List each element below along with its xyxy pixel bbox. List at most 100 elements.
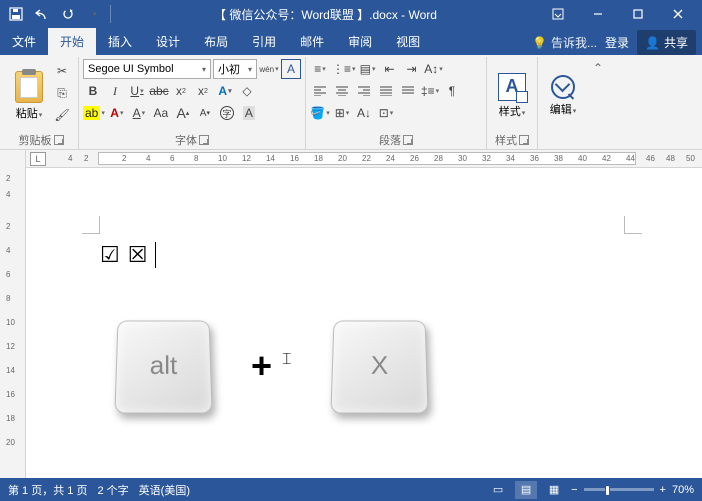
workspace: 2 4 2 4 6 8 10 12 14 16 18 20 L 4 2 2 4 … (0, 150, 702, 478)
shrink-font-icon[interactable]: A▾ (195, 103, 215, 123)
font-size-combo[interactable]: 小初▾ (213, 59, 257, 79)
print-layout-icon[interactable]: ▤ (515, 481, 537, 499)
tab-review[interactable]: 审阅 (336, 28, 384, 55)
key-illustration: alt + ⌶ X (116, 318, 427, 413)
sort-icon[interactable]: A↓ (354, 103, 374, 123)
italic-button[interactable]: I (105, 81, 125, 101)
char-border-icon[interactable]: A (281, 59, 301, 79)
format-painter-icon[interactable]: 🖌 (52, 105, 72, 125)
save-icon[interactable] (4, 2, 28, 26)
numbering-icon[interactable]: ⋮≡ (332, 59, 356, 79)
strike-button[interactable]: abc (149, 81, 169, 101)
tab-selector[interactable]: L (30, 152, 46, 166)
char-scaling-icon[interactable]: A (239, 103, 259, 123)
ribbon-tabs: 文件 开始 插入 设计 布局 引用 邮件 审阅 视图 💡告诉我... 登录 👤共… (0, 28, 702, 55)
multilevel-icon[interactable]: ▤ (358, 59, 378, 79)
asian-layout-icon[interactable]: A↕ (424, 59, 444, 79)
group-styles: A 样式 样式 (487, 57, 538, 149)
page-indicator[interactable]: 第 1 页，共 1 页 (8, 482, 87, 498)
word-count[interactable]: 2 个字 (97, 482, 128, 498)
minimize-icon[interactable] (578, 0, 618, 28)
increase-indent-icon[interactable]: ⇥ (402, 59, 422, 79)
bulb-icon: 💡 (532, 36, 547, 50)
bullets-icon[interactable]: ≡ (310, 59, 330, 79)
zoom-level[interactable]: 70% (672, 484, 694, 496)
status-bar: 第 1 页，共 1 页 2 个字 英语(美国) ▭ ▤ ▦ − + 70% (0, 478, 702, 501)
clear-format-icon[interactable]: ◇ (237, 81, 257, 101)
tab-home[interactable]: 开始 (48, 28, 96, 55)
borders-icon[interactable]: ⊞ (332, 103, 352, 123)
document-page[interactable]: ☑ ☒ alt + ⌶ X (26, 168, 702, 478)
align-center-icon[interactable] (332, 81, 352, 101)
enclose-char-icon[interactable]: 字 (217, 103, 237, 123)
qat-customize-icon[interactable] (82, 2, 106, 26)
styles-launcher-icon[interactable] (519, 135, 529, 145)
text-effects-icon[interactable]: A (215, 81, 235, 101)
plus-symbol: + (251, 345, 272, 387)
group-editing: 编辑 (538, 57, 588, 149)
distribute-icon[interactable] (398, 81, 418, 101)
quick-access-toolbar (4, 2, 113, 26)
underline-button[interactable]: U (127, 81, 147, 101)
tab-mail[interactable]: 邮件 (288, 28, 336, 55)
copy-icon[interactable]: ⎘ (52, 83, 72, 103)
read-mode-icon[interactable]: ▭ (487, 481, 509, 499)
styles-button[interactable]: A 样式 (491, 59, 533, 132)
tell-me[interactable]: 💡告诉我... (532, 34, 597, 51)
shading-icon[interactable]: 🪣 (310, 103, 330, 123)
justify-icon[interactable] (376, 81, 396, 101)
superscript-button[interactable]: x2 (193, 81, 213, 101)
undo-icon[interactable] (30, 2, 54, 26)
font-label: 字体 (175, 132, 197, 148)
close-icon[interactable] (658, 0, 698, 28)
align-left-icon[interactable] (310, 81, 330, 101)
show-marks-icon[interactable]: ¶ (442, 81, 462, 101)
phonetic-guide-icon[interactable]: wén (259, 59, 279, 79)
clipboard-launcher-icon[interactable] (54, 135, 64, 145)
zoom-in-button[interactable]: + (660, 484, 666, 496)
char-shading-icon[interactable]: A (129, 103, 149, 123)
group-font: Segoe UI Symbol▾ 小初▾ wén A B I U abc x2 … (79, 57, 306, 149)
change-case-icon[interactable]: Aa (151, 103, 171, 123)
language-indicator[interactable]: 英语(美国) (139, 482, 190, 498)
cut-icon[interactable]: ✂ (52, 61, 72, 81)
editing-button[interactable]: 编辑 (542, 59, 584, 132)
tab-file[interactable]: 文件 (0, 28, 48, 55)
highlight-icon[interactable]: ab (83, 103, 105, 123)
collapse-ribbon-icon[interactable]: ⌃ (588, 57, 608, 149)
horizontal-ruler[interactable]: L 4 2 2 4 6 8 10 12 14 16 18 20 22 24 26… (26, 150, 702, 168)
paste-button[interactable]: 粘贴 (8, 59, 50, 132)
zoom-out-button[interactable]: − (571, 484, 577, 496)
styles-icon: A (498, 73, 526, 101)
redo-icon[interactable] (56, 2, 80, 26)
zoom-slider[interactable] (584, 488, 654, 491)
tab-insert[interactable]: 插入 (96, 28, 144, 55)
login-link[interactable]: 登录 (605, 34, 629, 51)
bold-button[interactable]: B (83, 81, 103, 101)
decrease-indent-icon[interactable]: ⇤ (380, 59, 400, 79)
maximize-icon[interactable] (618, 0, 658, 28)
paragraph-launcher-icon[interactable] (403, 135, 413, 145)
tab-view[interactable]: 视图 (384, 28, 432, 55)
ribbon-options-icon[interactable] (538, 0, 578, 28)
snaptogrid-icon[interactable]: ⊡ (376, 103, 396, 123)
title-bar: 【 微信公众号：Word联盟 】.docx - Word (0, 0, 702, 28)
subscript-button[interactable]: x2 (171, 81, 191, 101)
vertical-ruler[interactable]: 2 4 2 4 6 8 10 12 14 16 18 20 (0, 150, 26, 478)
styles-label: 样式 (495, 132, 517, 148)
window-title: 【 微信公众号：Word联盟 】.docx - Word (113, 6, 538, 23)
grow-font-icon[interactable]: A▴ (173, 103, 193, 123)
line-spacing-icon[interactable]: ‡≡ (420, 81, 440, 101)
web-layout-icon[interactable]: ▦ (543, 481, 565, 499)
font-color-icon[interactable]: A (107, 103, 127, 123)
align-right-icon[interactable] (354, 81, 374, 101)
clipboard-label: 剪贴板 (19, 132, 52, 148)
font-launcher-icon[interactable] (199, 135, 209, 145)
tab-references[interactable]: 引用 (240, 28, 288, 55)
share-button[interactable]: 👤共享 (637, 30, 696, 55)
font-name-combo[interactable]: Segoe UI Symbol▾ (83, 59, 211, 79)
tab-design[interactable]: 设计 (144, 28, 192, 55)
alt-key-image: alt (114, 321, 212, 414)
tab-layout[interactable]: 布局 (192, 28, 240, 55)
paste-icon (15, 71, 43, 103)
